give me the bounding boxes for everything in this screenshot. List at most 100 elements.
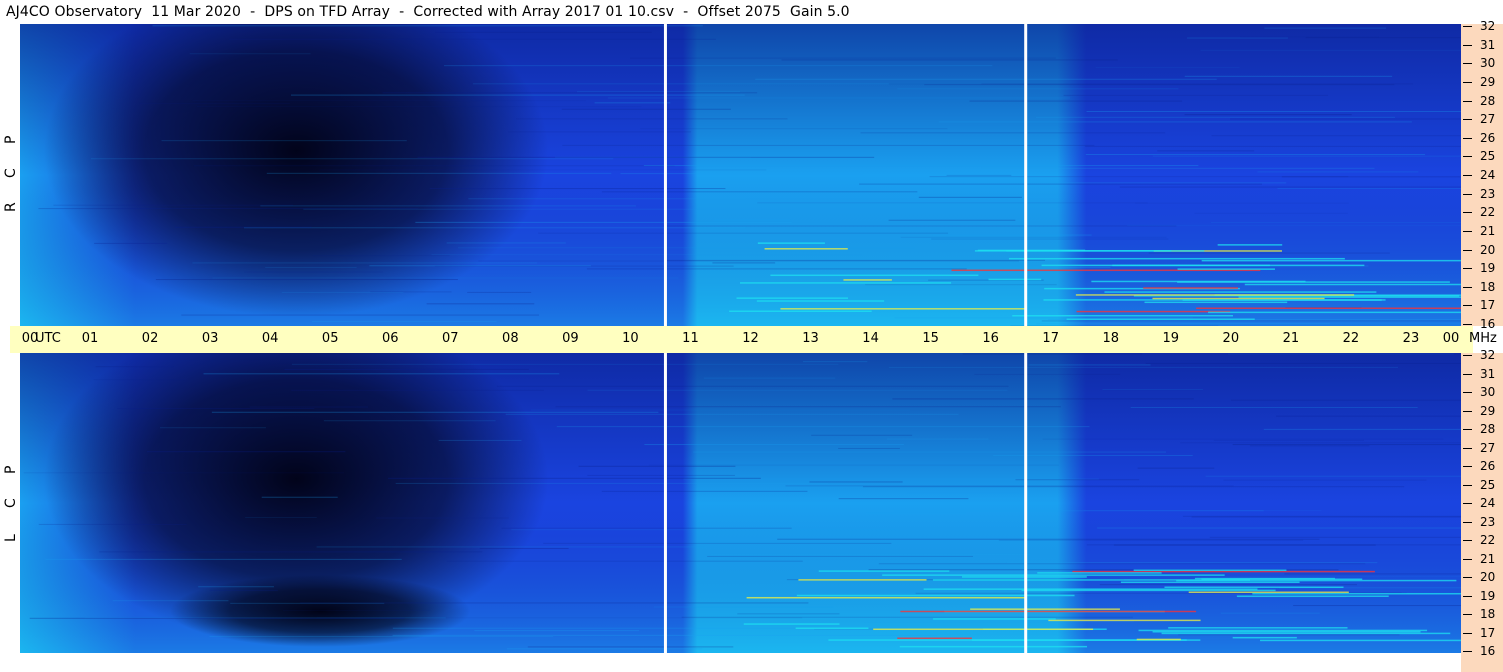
interference-streak [1148,252,1390,254]
interference-streak [838,447,900,449]
interference-streak [993,455,1193,457]
interference-streak [586,268,967,270]
interference-streak [1099,584,1357,586]
frequency-tick-mark [1463,651,1472,652]
interference-streak [601,191,918,193]
interference-streak [192,100,586,102]
interference-streak [496,385,1009,387]
frequency-tick-label: 27 [1480,440,1496,455]
interference-streak [468,198,746,200]
frequency-tick-mark [1463,230,1472,232]
interference-streak [395,482,829,484]
signal-streak [843,279,892,281]
interference-streak [1130,407,1418,409]
frequency-tick-label: 20 [1480,242,1496,257]
interference-streak [601,490,808,492]
interference-streak [693,451,1166,453]
interference-streak [643,165,1199,167]
interference-streak [1119,186,1461,188]
interference-streak [45,558,402,560]
signal-streak [882,574,1225,576]
signal-streak [818,570,950,572]
signal-streak [1252,592,1461,595]
interference-streak [863,621,1135,623]
frequency-tick-mark [1463,137,1472,139]
interference-streak [1257,171,1419,173]
time-tick-label: 18 [1102,331,1120,346]
frequency-tick-label: 18 [1480,279,1496,294]
time-gap-divider [1024,24,1028,326]
time-tick-label: 04 [261,331,279,346]
interference-streak [508,131,691,133]
frequency-tick-label: 31 [1480,366,1496,381]
interference-streak [1209,536,1461,538]
signal-streak [1164,586,1344,589]
signal-streak [988,278,1042,281]
interference-streak [281,291,404,293]
interference-streak [1284,573,1461,575]
frequency-tick-mark [1463,193,1472,195]
time-tick-label: 05 [321,331,339,346]
signal-streak [1152,297,1325,300]
signal-streak [1196,307,1461,309]
frequency-tick-mark [1463,81,1472,83]
frequency-tick-label: 26 [1480,459,1496,473]
signal-streak [739,282,952,284]
interference-streak [1277,188,1461,190]
interference-streak [300,602,809,604]
interference-streak [1127,224,1461,226]
signal-streak [897,637,972,640]
time-tick-label: 22 [1342,331,1360,346]
frequency-tick-mark [1463,175,1472,176]
interference-streak [838,498,969,500]
time-axis: UTC MHz 00 01 02 03 04 05 06 07 08 09 10 11 12 13 14 15… [10,326,1497,353]
interference-streak [865,284,1057,286]
interference-streak [161,140,407,142]
interference-streak [777,538,1320,540]
interference-streak [446,242,566,244]
signal-streak [1144,301,1288,304]
interference-streak [435,31,652,33]
interference-streak [707,555,974,557]
frequency-tick-label: 26 [1480,130,1496,145]
signal-streak [970,608,1120,610]
frequency-tick-label: 28 [1480,422,1496,436]
interference-streak [501,527,792,529]
frequency-tick-mark [1463,521,1472,523]
time-tick-label: 21 [1282,331,1300,346]
interference-streak [467,291,532,293]
interference-streak [888,366,1399,368]
signal-streak [1066,318,1255,320]
interference-streak [446,560,803,562]
signal-streak [1208,311,1461,314]
interference-streak [1211,135,1461,137]
frequency-tick-mark [1463,324,1472,325]
interference-streak [1137,467,1215,469]
interference-streak [376,517,509,519]
spectrogram-canvas [20,24,1461,326]
time-tick-label: 01 [81,331,99,346]
interference-streak [1263,428,1461,430]
interference-streak [561,108,731,110]
frequency-tick-mark [1463,558,1472,560]
frequency-tick-mark [1463,632,1472,634]
interference-streak [703,377,836,379]
interference-streak [261,496,338,498]
frequency-tick-label: 20 [1480,570,1496,584]
signal-streak [1037,572,1162,574]
interference-streak [93,379,187,381]
interference-streak [1097,527,1461,529]
signal-streak [1104,291,1377,293]
interference-streak [429,188,726,190]
interference-streak [974,373,1121,375]
frequency-tick-mark [1463,577,1472,578]
interference-streak [906,492,1020,494]
interference-streak [587,389,1008,391]
frequency-tick-label: 30 [1480,385,1496,399]
frequency-tick-label: 32 [1480,19,1496,33]
signal-streak [1138,629,1428,632]
signal-streak [729,310,872,312]
interference-streak [1006,562,1378,564]
interference-streak [1240,36,1379,38]
interference-streak [196,106,642,108]
